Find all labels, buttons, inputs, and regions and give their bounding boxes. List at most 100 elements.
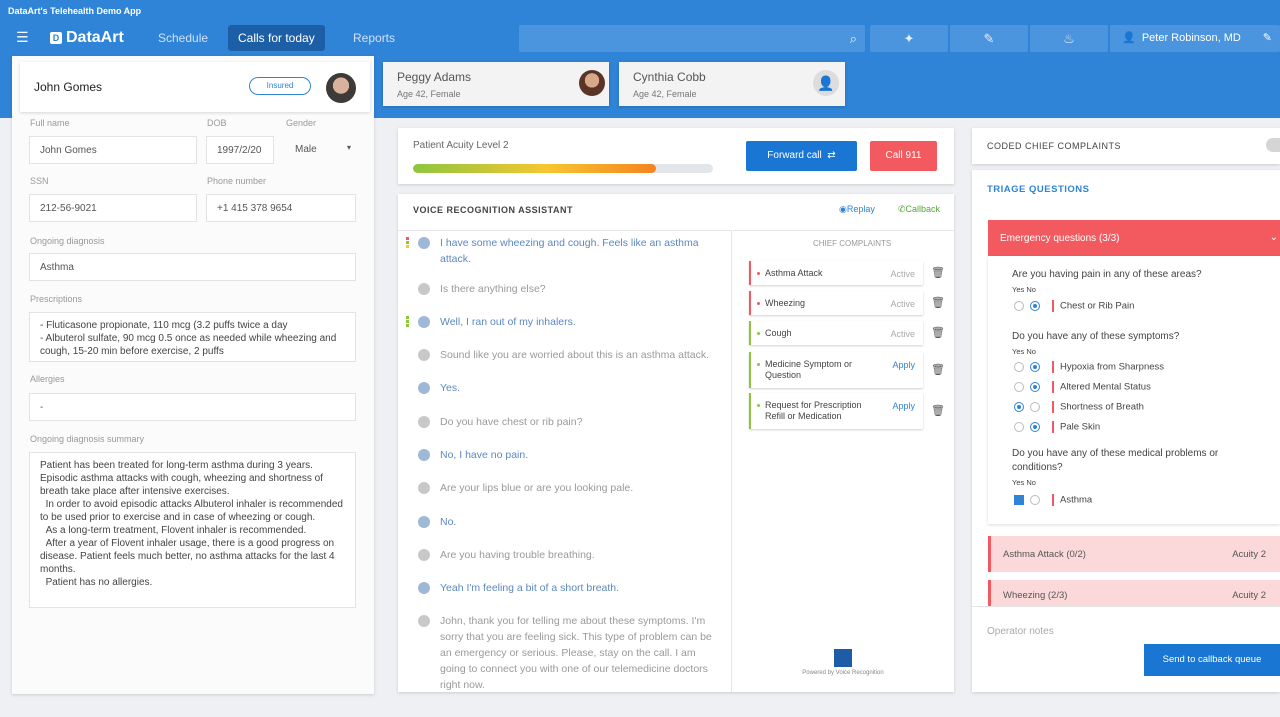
prescriptions-field[interactable]: - Fluticasone propionate, 110 mcg (3.2 p… [29, 312, 356, 362]
severity-bars-icon [406, 237, 409, 249]
queue-name: Peggy Adams [397, 70, 472, 84]
alerts-button[interactable]: ♨ [1030, 25, 1108, 52]
nav-reports[interactable]: Reports [343, 25, 405, 51]
voice-logo-icon [834, 649, 852, 667]
symptom-dot-icon [757, 363, 760, 366]
question-1: Are you having pain in any of these area… [1012, 269, 1202, 280]
queue-tab-peggy[interactable]: Peggy Adams Age 42, Female [383, 62, 609, 106]
dob-field[interactable]: 1997/2/20 [206, 136, 274, 164]
send-to-callback-queue-button[interactable]: Send to callback queue [1144, 644, 1280, 676]
coded-complaints-card: CODED CHIEF COMPLAINTS [972, 128, 1280, 164]
option-hypoxia[interactable]: Hypoxia from Sharpness [1014, 361, 1164, 375]
option-label: Altered Mental Status [1060, 381, 1151, 393]
patient-header: John Gomes Insured [20, 62, 370, 112]
window-title: DataArt's Telehealth Demo App [0, 0, 1280, 24]
gender-select[interactable]: Male ▾ [285, 136, 357, 164]
allergies-label: Allergies [30, 374, 65, 384]
checkbox-yes[interactable] [1014, 495, 1024, 505]
queue-tab-cynthia[interactable]: Cynthia Cobb Age 42, Female 👤 [619, 62, 845, 106]
symptom-card[interactable]: Wheezing Active [749, 291, 923, 315]
notifications-button[interactable]: ✦ [870, 25, 948, 52]
chevron-down-icon: ⌄ [1269, 232, 1278, 243]
radio-yes[interactable] [1014, 402, 1024, 412]
patient-speaker-icon [418, 449, 430, 461]
question-3: Do you have any of these medical problem… [1012, 448, 1219, 473]
full-name-field[interactable]: John Gomes [29, 136, 197, 164]
messages-button[interactable]: ✎ [950, 25, 1028, 52]
chat-message-text: Are your lips blue or are you looking pa… [440, 482, 634, 494]
coded-toggle[interactable] [1266, 138, 1280, 152]
user-menu[interactable]: 👤 Peter Robinson, MD ✎ [1110, 25, 1280, 52]
radio-yes[interactable] [1014, 301, 1024, 311]
section-wheezing[interactable]: Wheezing (2/3) Acuity 2 [988, 580, 1280, 606]
nav-schedule[interactable]: Schedule [148, 25, 218, 51]
chat-message-text: Do you have chest or rib pain? [440, 416, 583, 428]
radio-no[interactable] [1030, 362, 1040, 372]
option-pale-skin[interactable]: Pale Skin [1014, 421, 1100, 435]
section-label: Asthma Attack (0/2) [1003, 549, 1086, 560]
phone-label: Phone number [207, 176, 267, 186]
symptom-dot-icon [757, 302, 760, 305]
voice-logo: Powered by Voice Recognition [802, 649, 884, 676]
operator-notes-input[interactable]: Operator notes [987, 626, 1054, 637]
radio-yes[interactable] [1014, 382, 1024, 392]
summary-field[interactable]: Patient has been treated for long-term a… [29, 452, 356, 608]
trash-icon[interactable]: 🗑 [931, 296, 945, 309]
option-altered-mental[interactable]: Altered Mental Status [1014, 381, 1151, 395]
apply-button[interactable]: Apply [892, 401, 915, 411]
gender-value: Male [295, 144, 317, 155]
trash-icon[interactable]: 🗑 [931, 326, 945, 339]
option-label: Hypoxia from Sharpness [1060, 361, 1165, 373]
question-2: Do you have any of these symptoms? [1012, 331, 1180, 342]
patient-panel: John Gomes Insured Full name John Gomes … [12, 56, 374, 694]
symptom-dot-icon [757, 404, 760, 407]
nav-calls-for-today[interactable]: Calls for today [228, 25, 325, 51]
chat-message-text: Yes. [440, 382, 461, 394]
triage-card: TRIAGE QUESTIONS Emergency questions (3/… [972, 170, 1280, 692]
logo-text: DataArt [66, 29, 124, 46]
section-asthma-attack[interactable]: Asthma Attack (0/2) Acuity 2 [988, 536, 1280, 572]
operator-speaker-icon [418, 549, 430, 561]
option-asthma[interactable]: Asthma [1014, 494, 1092, 508]
symptom-card[interactable]: Request for Prescription Refill or Medic… [749, 393, 923, 429]
apply-button[interactable]: Apply [892, 360, 915, 370]
trash-icon[interactable]: 🗑 [931, 404, 945, 417]
symptom-card[interactable]: Medicine Symptom or Question Apply [749, 352, 923, 388]
emergency-section-header[interactable]: Emergency questions (3/3) ⌄ [988, 220, 1280, 256]
symptom-card[interactable]: Cough Active [749, 321, 923, 345]
severity-marker [1052, 300, 1054, 312]
radio-yes[interactable] [1014, 362, 1024, 372]
triage-title: TRIAGE QUESTIONS [987, 184, 1090, 195]
phone-field[interactable]: +1 415 378 9654 [206, 194, 356, 222]
summary-label: Ongoing diagnosis summary [30, 434, 145, 444]
radio-no[interactable] [1030, 495, 1040, 505]
chat-message-text: John, thank you for telling me about the… [440, 615, 712, 691]
radio-no[interactable] [1030, 402, 1040, 412]
radio-no[interactable] [1030, 301, 1040, 311]
option-shortness-breath[interactable]: Shortness of Breath [1014, 401, 1144, 415]
radio-no[interactable] [1030, 422, 1040, 432]
ongoing-diagnosis-field[interactable]: Asthma [29, 253, 356, 281]
forward-call-button[interactable]: Forward call ⇄ [746, 141, 857, 171]
ssn-field[interactable]: 212-56-9021 [29, 194, 197, 222]
symptom-label: Wheezing [765, 298, 806, 308]
trash-icon[interactable]: 🗑 [931, 363, 945, 376]
severity-marker [1052, 381, 1054, 393]
chat-message-text: I have some wheezing and cough. Feels li… [440, 237, 699, 265]
queue-name: Cynthia Cobb [633, 70, 706, 84]
replay-button[interactable]: ◉Replay [839, 204, 875, 215]
menu-icon[interactable]: ☰ [16, 30, 32, 44]
voice-assistant-card: VOICE RECOGNITION ASSISTANT ◉Replay ✆Cal… [398, 194, 954, 692]
callback-button[interactable]: ✆Callback [898, 204, 940, 215]
allergies-field[interactable]: - [29, 393, 356, 421]
radio-yes[interactable] [1014, 422, 1024, 432]
search-input[interactable]: ⌕ [519, 25, 865, 52]
section-acuity: Acuity 2 [1232, 549, 1266, 560]
option-chest-pain[interactable]: Chest or Rib Pain [1014, 300, 1134, 314]
radio-no[interactable] [1030, 382, 1040, 392]
queue-sub: Age 42, Female [633, 89, 697, 99]
symptom-card[interactable]: Asthma Attack Active [749, 261, 923, 285]
trash-icon[interactable]: 🗑 [931, 266, 945, 279]
call-911-button[interactable]: Call 911 [870, 141, 937, 171]
insured-badge[interactable]: Insured [249, 77, 311, 95]
